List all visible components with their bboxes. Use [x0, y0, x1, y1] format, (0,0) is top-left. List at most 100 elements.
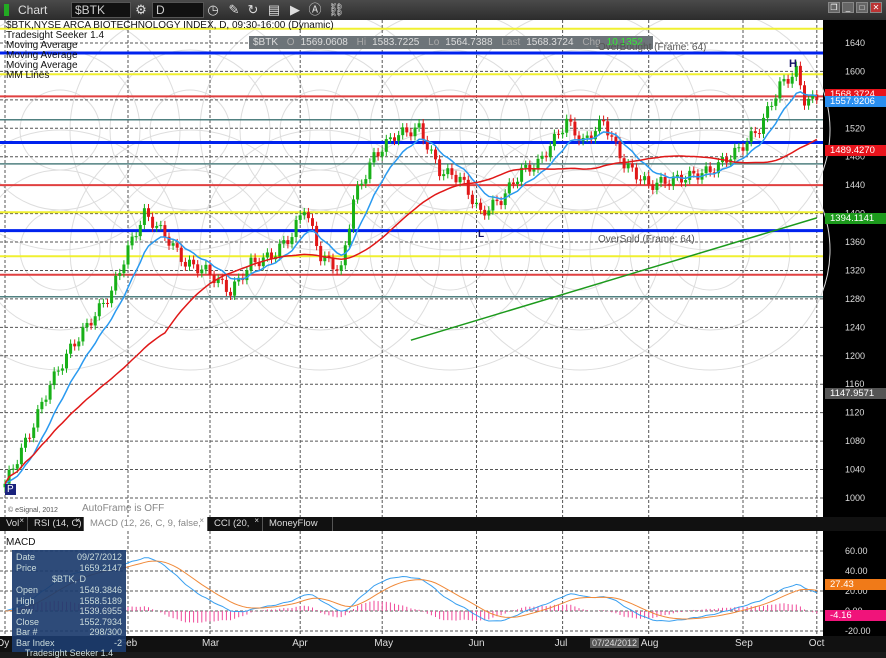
quote-bar: $BTK O 1569.0608 Hi 1583.7225 Lo 1564.7388 … — [249, 36, 653, 49]
autoframe-status: AutoFrame is OFF — [82, 503, 165, 514]
candle-body — [347, 228, 351, 246]
candle-body — [659, 177, 663, 183]
price-tick: 1040 — [845, 465, 865, 475]
macd-panel[interactable]: 60.0040.0020.000.00-20.00 — [0, 531, 886, 636]
candle-body — [368, 162, 372, 180]
close-tab-icon[interactable]: × — [19, 514, 24, 528]
interval-select[interactable]: D — [152, 2, 204, 18]
link-icon[interactable]: ⛓ — [328, 2, 345, 18]
study-label[interactable]: MM Lines — [6, 71, 334, 81]
candle-body — [462, 176, 466, 180]
candle-body — [40, 401, 44, 410]
candle-body — [142, 208, 146, 225]
price-tick: 1240 — [845, 322, 865, 332]
candle-body — [618, 141, 622, 159]
close-button[interactable]: ✕ — [870, 2, 882, 13]
candle-body — [56, 370, 60, 372]
cursor-info-window: Date 09/27/2012 Price 1659.2147 $BTK, D Op… — [12, 550, 126, 658]
pencil-icon[interactable]: ✎ — [226, 2, 242, 18]
candle-body — [36, 409, 40, 428]
candle-body — [786, 78, 790, 84]
settings-gear-icon[interactable]: ⚙ — [133, 2, 149, 18]
candle-body — [352, 199, 355, 229]
candle-body — [339, 265, 343, 271]
tab-macd[interactable]: MACD (12, 26, C, 9, false, true)× — [84, 514, 208, 543]
alert-icon[interactable]: Ⓐ — [307, 2, 323, 18]
candle-body — [741, 147, 745, 151]
maximize-button[interactable]: □ — [856, 2, 868, 13]
candle-body — [643, 176, 647, 181]
low-marker: L — [478, 229, 485, 240]
info-label: Bar # — [16, 627, 38, 637]
candle-body — [393, 137, 396, 141]
price-tick: 1520 — [845, 123, 865, 133]
refresh-icon[interactable]: ↻ — [245, 2, 261, 18]
candle-body — [450, 168, 454, 175]
candle-body — [401, 127, 405, 136]
candle-body — [130, 236, 134, 246]
candle-body — [630, 163, 634, 168]
candle-body — [491, 199, 495, 211]
candle-body — [101, 302, 105, 304]
close-tab-icon[interactable]: × — [75, 514, 80, 528]
tab-moneyflow[interactable]: MoneyFlow (14) — [263, 517, 333, 543]
overbought-label: OverBought (Frame: 64) — [598, 42, 707, 53]
candle-body — [470, 194, 474, 205]
candle-body — [356, 185, 360, 200]
tab-rsi[interactable]: RSI (14, C) × — [28, 514, 84, 531]
price-chart[interactable]: 1640160015601520148014401400136013201280… — [0, 20, 886, 517]
quote-symbol: $BTK — [253, 37, 279, 48]
candle-body — [565, 118, 569, 133]
price-tag: 1489.4270 — [825, 145, 886, 157]
restore-button[interactable]: ❐ — [828, 2, 840, 13]
candle-body — [380, 151, 384, 157]
info-row: Low 1539.6955 — [16, 606, 122, 617]
candle-body — [188, 259, 191, 267]
symbol-input[interactable]: $BTK — [71, 2, 131, 18]
candle-body — [770, 105, 774, 107]
close-tab-icon[interactable]: × — [199, 514, 204, 528]
candle-body — [331, 257, 335, 270]
candle-body — [573, 121, 577, 136]
info-value: 1659.2147 — [79, 562, 122, 573]
study-label[interactable]: Moving Average — [6, 61, 334, 71]
candle-body — [442, 174, 446, 177]
candle-body — [655, 182, 659, 190]
last-value: 1568.3724 — [526, 37, 574, 48]
candle-body — [122, 264, 126, 274]
price-tick: 1360 — [845, 237, 865, 247]
low-value: 1564.7388 — [445, 37, 493, 48]
price-tick: 1440 — [845, 180, 865, 190]
price-tick: 1600 — [845, 66, 865, 76]
candle-body — [749, 131, 753, 143]
info-value: 1539.6955 — [79, 606, 122, 616]
candle-body — [138, 224, 142, 237]
candle-body — [790, 76, 794, 84]
candle-body — [766, 106, 770, 118]
macd-value-tag: -4.16 — [825, 610, 886, 622]
close-tab-icon[interactable]: × — [254, 514, 259, 528]
candle-body — [311, 218, 314, 226]
play-icon[interactable]: ▶ — [287, 2, 303, 18]
tab-vol[interactable]: Vol × — [0, 514, 28, 531]
candle-body — [569, 118, 573, 122]
month-label: Sep — [735, 638, 753, 649]
candle-body — [675, 174, 679, 177]
info-row: Close 1552.7934 — [16, 617, 122, 628]
clock-icon[interactable]: ◷ — [205, 2, 221, 18]
macd-tick: -20.00 — [845, 626, 871, 636]
candle-body — [81, 327, 85, 342]
template-icon[interactable]: ▤ — [266, 2, 282, 18]
candle-body — [290, 237, 294, 245]
candle-body — [376, 152, 380, 157]
tab-cci[interactable]: CCI (20, C)× — [208, 514, 263, 543]
candle-body — [253, 257, 257, 263]
candle-body — [315, 225, 319, 247]
info-label: Low — [16, 606, 33, 616]
candle-body — [73, 343, 77, 347]
minimize-button[interactable]: _ — [842, 2, 854, 13]
candle-body — [69, 343, 73, 354]
candle-body — [704, 166, 708, 174]
open-value: 1569.0608 — [300, 37, 348, 48]
candle-body — [52, 371, 56, 386]
